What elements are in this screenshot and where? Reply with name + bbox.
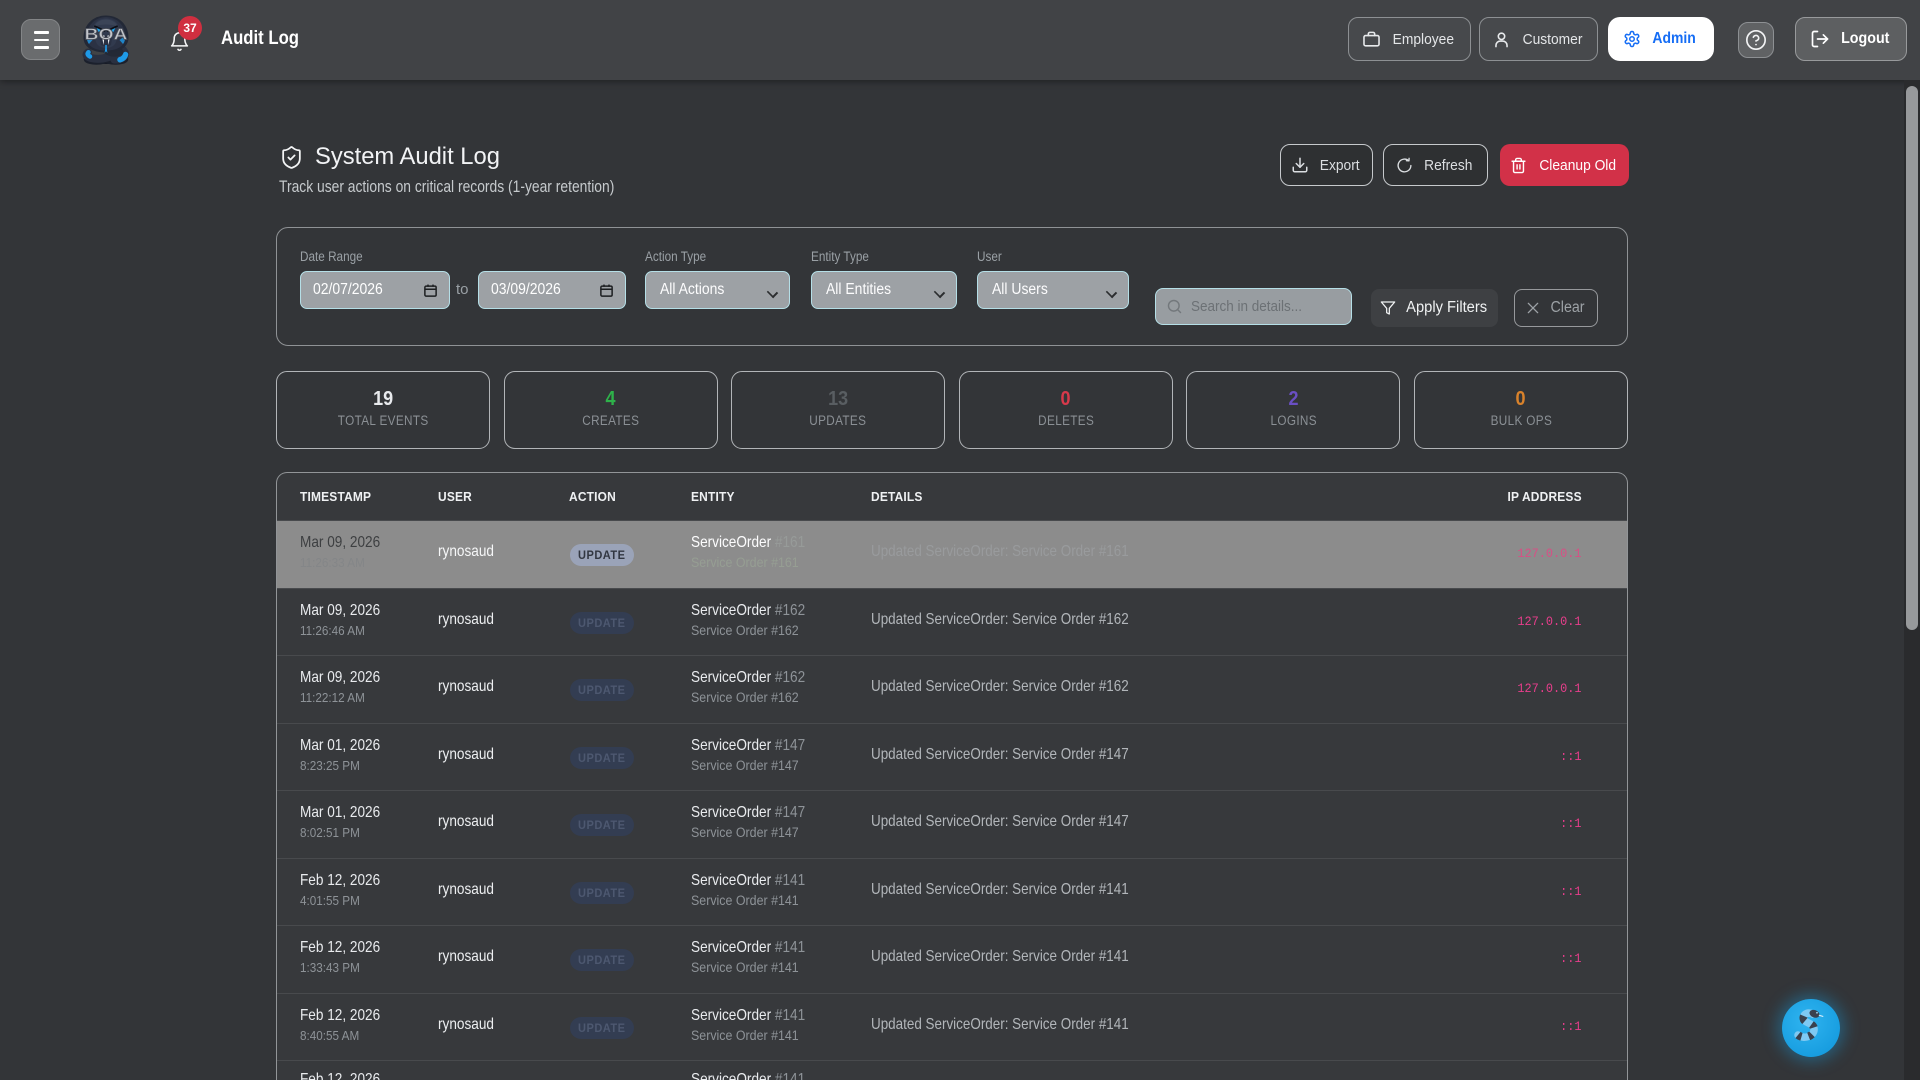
svg-text:BOA: BOA	[85, 27, 129, 44]
